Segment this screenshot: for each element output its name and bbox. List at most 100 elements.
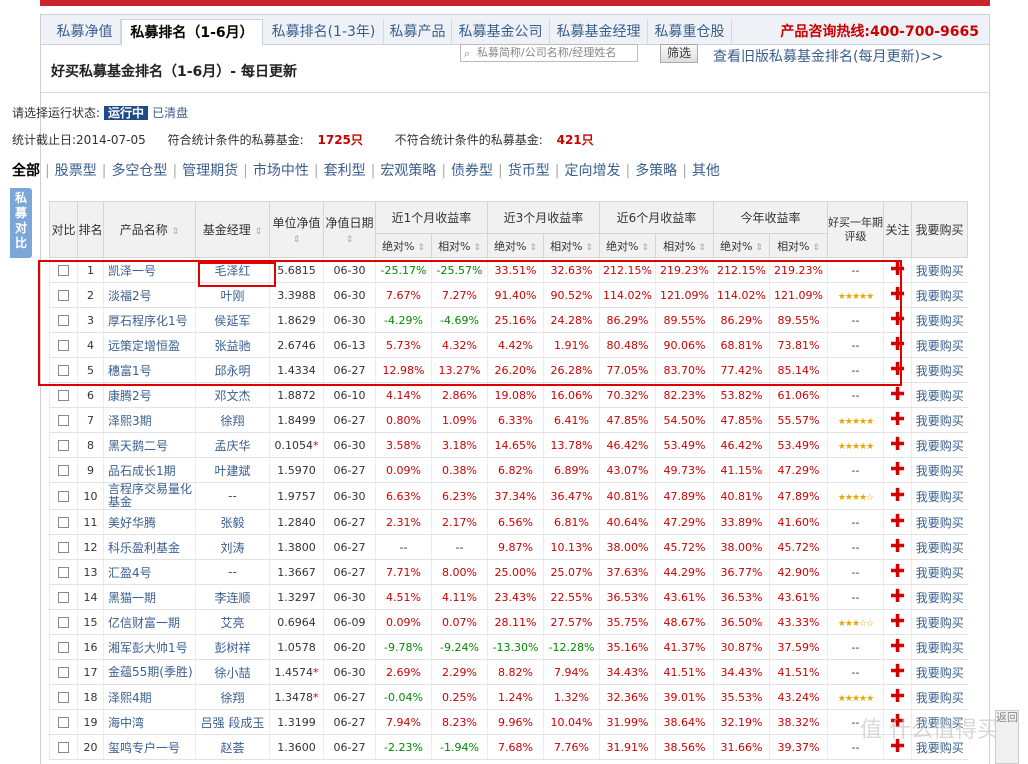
manager-link[interactable]: 孟庆华	[195, 432, 270, 458]
plus-icon[interactable]: ✚	[890, 561, 905, 582]
fund-name-link[interactable]: 言程序交易量化基金	[103, 482, 196, 510]
checkbox[interactable]	[58, 692, 69, 703]
fund-name-link[interactable]: 黑天鹅二号	[103, 432, 196, 458]
category-item[interactable]: 宏观策略	[380, 163, 436, 179]
manager-link[interactable]: 叶刚	[195, 282, 270, 308]
compare-checkbox[interactable]	[49, 457, 78, 483]
follow-button[interactable]: ✚	[883, 509, 912, 535]
compare-checkbox[interactable]	[49, 332, 78, 358]
checkbox[interactable]	[58, 642, 69, 653]
checkbox[interactable]	[58, 290, 69, 301]
manager-link[interactable]: 侯延军	[195, 307, 270, 333]
category-item[interactable]: 定向增发	[564, 163, 620, 179]
plus-icon[interactable]: ✚	[890, 485, 905, 506]
plus-icon[interactable]: ✚	[890, 686, 905, 707]
manager-link[interactable]: 吕强 段成玉	[195, 709, 270, 735]
category-item[interactable]: 股票型	[55, 163, 97, 179]
follow-button[interactable]: ✚	[883, 659, 912, 685]
category-item[interactable]: 其他	[692, 163, 720, 179]
buy-link[interactable]: 我要购买	[911, 407, 968, 433]
fund-name-link[interactable]: 科乐盈利基金	[103, 534, 196, 560]
fund-name-link[interactable]: 泽熙3期	[103, 407, 196, 433]
compare-checkbox[interactable]	[49, 634, 78, 660]
fund-name-link[interactable]: 品石成长1期	[103, 457, 196, 483]
category-item[interactable]: 全部	[12, 163, 40, 179]
manager-link[interactable]: 叶建斌	[195, 457, 270, 483]
fund-name-link[interactable]: 美好华腾	[103, 509, 196, 535]
category-item[interactable]: 套利型	[324, 163, 366, 179]
th-nav-date[interactable]: 净值日期 ⇕	[323, 201, 376, 258]
plus-icon[interactable]: ✚	[890, 434, 905, 455]
checkbox[interactable]	[58, 592, 69, 603]
manager-link[interactable]: 邓文杰	[195, 382, 270, 408]
th-abs[interactable]: 绝对% ⇕	[713, 233, 770, 258]
fund-name-link[interactable]: 厚石程序化1号	[103, 307, 196, 333]
checkbox[interactable]	[58, 667, 69, 678]
compare-checkbox[interactable]	[49, 482, 78, 510]
follow-button[interactable]: ✚	[883, 432, 912, 458]
follow-button[interactable]: ✚	[883, 257, 912, 283]
plus-icon[interactable]: ✚	[890, 586, 905, 607]
fund-name-link[interactable]: 淡福2号	[103, 282, 196, 308]
follow-button[interactable]: ✚	[883, 584, 912, 610]
compare-checkbox[interactable]	[49, 257, 78, 283]
compare-checkbox[interactable]	[49, 282, 78, 308]
checkbox[interactable]	[58, 390, 69, 401]
compare-checkbox[interactable]	[49, 659, 78, 685]
follow-button[interactable]: ✚	[883, 357, 912, 383]
buy-link[interactable]: 我要购买	[911, 609, 968, 635]
compare-checkbox[interactable]	[49, 709, 78, 735]
category-item[interactable]: 多空仓型	[111, 163, 167, 179]
buy-link[interactable]: 我要购买	[911, 534, 968, 560]
plus-icon[interactable]: ✚	[890, 459, 905, 480]
follow-button[interactable]: ✚	[883, 559, 912, 585]
checkbox[interactable]	[58, 340, 69, 351]
manager-link[interactable]: 徐翔	[195, 407, 270, 433]
buy-link[interactable]: 我要购买	[911, 584, 968, 610]
tab-holdings[interactable]: 私募重仓股	[648, 19, 732, 45]
plus-icon[interactable]: ✚	[890, 284, 905, 305]
follow-button[interactable]: ✚	[883, 534, 912, 560]
checkbox[interactable]	[58, 717, 69, 728]
th-rel[interactable]: 相对% ⇕	[431, 233, 488, 258]
follow-button[interactable]: ✚	[883, 609, 912, 635]
plus-icon[interactable]: ✚	[890, 511, 905, 532]
fund-name-link[interactable]: 黑猫一期	[103, 584, 196, 610]
compare-checkbox[interactable]	[49, 382, 78, 408]
fund-name-link[interactable]: 金蕴55期(季胜)	[103, 659, 196, 685]
back-top-button[interactable]: 返回	[995, 710, 1019, 764]
compare-checkbox[interactable]	[49, 432, 78, 458]
plus-icon[interactable]: ✚	[890, 359, 905, 380]
compare-checkbox[interactable]	[49, 534, 78, 560]
checkbox[interactable]	[58, 415, 69, 426]
buy-link[interactable]: 我要购买	[911, 432, 968, 458]
fund-name-link[interactable]: 亿信财富一期	[103, 609, 196, 635]
buy-link[interactable]: 我要购买	[911, 457, 968, 483]
buy-link[interactable]: 我要购买	[911, 509, 968, 535]
manager-link[interactable]: 赵荟	[195, 734, 270, 760]
checkbox[interactable]	[58, 542, 69, 553]
checkbox[interactable]	[58, 517, 69, 528]
th-manager[interactable]: 基金经理 ⇕	[195, 201, 270, 258]
buy-link[interactable]: 我要购买	[911, 307, 968, 333]
plus-icon[interactable]: ✚	[890, 409, 905, 430]
filter-button[interactable]: 筛选	[660, 44, 698, 63]
manager-link[interactable]: 艾亮	[195, 609, 270, 635]
search-input[interactable]: ⌕ 私募简称/公司名称/经理姓名	[460, 44, 638, 62]
checkbox[interactable]	[58, 465, 69, 476]
tab-products[interactable]: 私募产品	[384, 19, 452, 45]
manager-link[interactable]: 张毅	[195, 509, 270, 535]
follow-button[interactable]: ✚	[883, 307, 912, 333]
fund-name-link[interactable]: 凯泽一号	[103, 257, 196, 283]
plus-icon[interactable]: ✚	[890, 536, 905, 557]
category-item[interactable]: 管理期货	[182, 163, 238, 179]
th-rating[interactable]: 好买一年期评级	[827, 201, 884, 258]
buy-link[interactable]: 我要购买	[911, 382, 968, 408]
checkbox[interactable]	[58, 491, 69, 502]
buy-link[interactable]: 我要购买	[911, 482, 968, 510]
follow-button[interactable]: ✚	[883, 382, 912, 408]
category-item[interactable]: 多策略	[635, 163, 677, 179]
manager-link[interactable]: 徐小喆	[195, 659, 270, 685]
fund-name-link[interactable]: 玺鸣专户一号	[103, 734, 196, 760]
category-item[interactable]: 债券型	[451, 163, 493, 179]
